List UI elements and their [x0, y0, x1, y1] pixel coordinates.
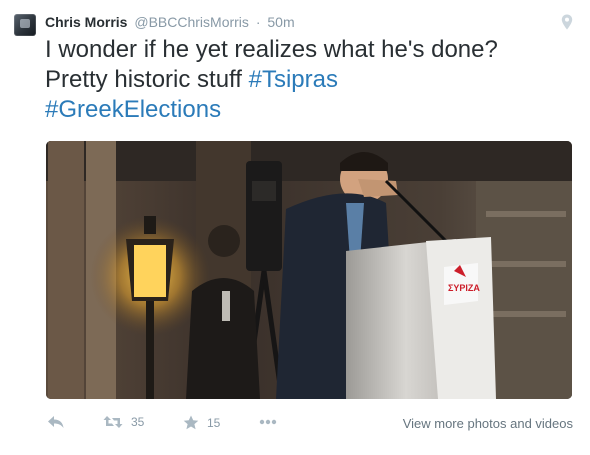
favorite-button[interactable]: 15 — [183, 415, 220, 430]
location-pin-icon[interactable] — [561, 14, 573, 30]
reply-button[interactable] — [47, 415, 65, 429]
hashtag-link[interactable]: #GreekElections — [45, 96, 221, 123]
author-name[interactable]: Chris Morris — [45, 14, 127, 30]
tweet-text-line: I wonder if he yet realizes what he's do… — [45, 36, 498, 63]
photo-image: ΣΥΡΙΖΑ — [46, 141, 572, 399]
reply-icon — [48, 416, 64, 428]
author-handle[interactable]: @BBCChrisMorris — [134, 14, 249, 30]
tweet-text: I wonder if he yet realizes what he's do… — [45, 35, 575, 125]
hashtag-link[interactable]: #Tsipras — [249, 66, 338, 93]
tweet-actions: 35 15 View more photos and videos — [45, 413, 575, 435]
tweet-text-line: Pretty historic stuff #Tsipras — [45, 65, 575, 95]
tweet-card: Chris Morris @BBCChrisMorris · 50m I won… — [0, 0, 590, 455]
more-icon — [259, 419, 277, 425]
podium-logo-text: ΣΥΡΙΖΑ — [448, 283, 480, 293]
more-button[interactable] — [259, 419, 277, 425]
retweet-count: 35 — [131, 415, 145, 429]
view-more-photos-link[interactable]: View more photos and videos — [403, 416, 573, 431]
retweet-button[interactable]: 35 — [103, 415, 144, 429]
retweet-icon — [103, 416, 123, 428]
tweet-photo[interactable]: ΣΥΡΙΖΑ — [46, 141, 572, 399]
separator-dot: · — [255, 14, 261, 30]
tweet-timestamp[interactable]: 50m — [267, 14, 294, 30]
author-avatar[interactable] — [14, 14, 36, 36]
star-icon — [183, 415, 199, 430]
tweet-text-line: #GreekElections — [45, 95, 575, 125]
favorite-count: 15 — [207, 415, 221, 430]
tweet-header: Chris Morris @BBCChrisMorris · 50m — [45, 13, 295, 31]
tweet-text-plain: Pretty historic stuff — [45, 66, 249, 93]
